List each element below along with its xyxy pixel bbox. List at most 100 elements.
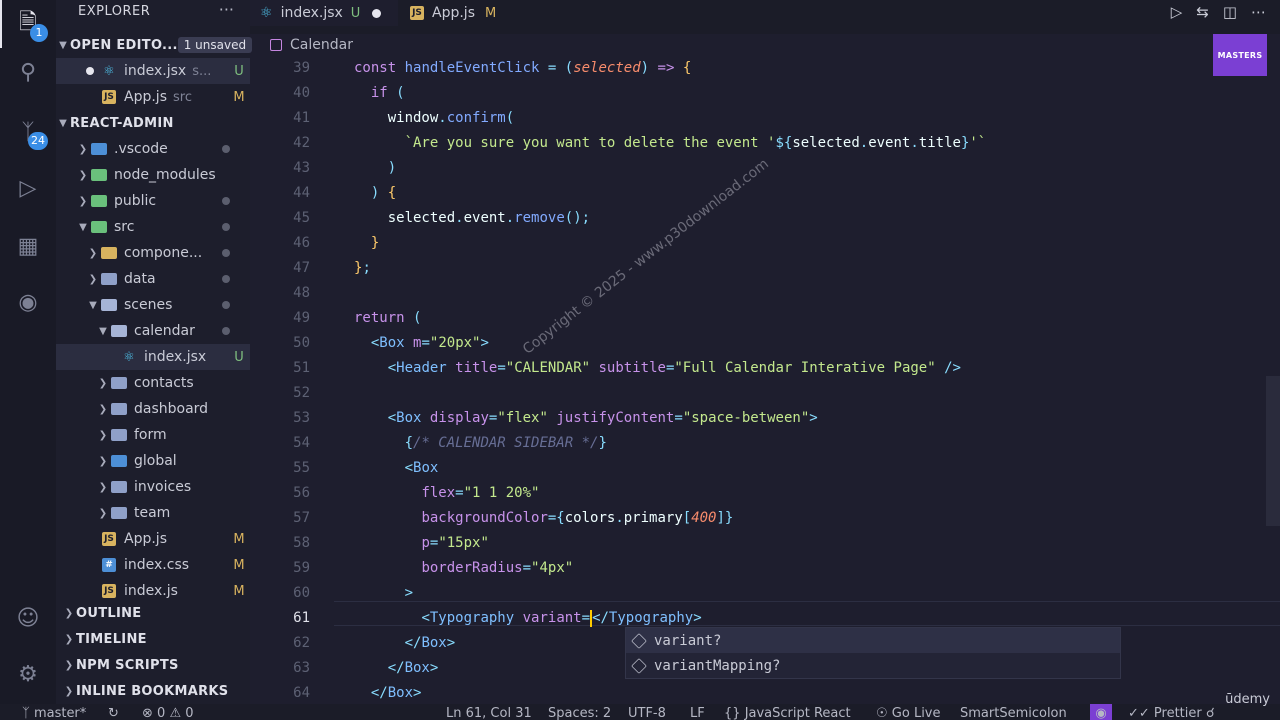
folder-icon <box>100 271 118 287</box>
code-line: <Box <box>404 460 439 476</box>
copilot-icon[interactable]: ◉ <box>1090 704 1112 720</box>
open-editor-item[interactable]: JS App.js src M <box>56 84 250 110</box>
project-section[interactable]: ▼ REACT-ADMIN <box>56 110 250 136</box>
explorer-icon[interactable]: 🗎 1 <box>12 8 48 42</box>
run-icon[interactable]: ▷ <box>1171 3 1183 21</box>
line-number: 59 <box>293 560 310 576</box>
unsaved-dot-icon[interactable] <box>372 8 382 18</box>
breadcrumb: Calendar <box>250 34 1210 56</box>
code-line: } <box>370 235 380 251</box>
account-icon[interactable]: ☺ <box>12 602 44 634</box>
line-number: 40 <box>293 85 310 101</box>
tree-item-data[interactable]: ❯ data <box>56 266 250 292</box>
breadcrumb-item[interactable]: Calendar <box>290 37 353 53</box>
git-branch[interactable]: ᛉ master* <box>22 704 86 720</box>
open-editors-section[interactable]: ▼ OPEN EDITO... 1 unsaved <box>56 32 253 58</box>
unsaved-badge: 1 unsaved <box>177 37 253 53</box>
folder-global-icon <box>110 453 128 469</box>
chevron-right-icon: ❯ <box>64 607 74 619</box>
search-icon[interactable]: ⚲ <box>12 56 44 88</box>
indentation[interactable]: Spaces: 2 <box>548 704 611 720</box>
tree-item-calendar[interactable]: ▼ calendar <box>56 318 250 344</box>
tree-item-index-jsx[interactable]: ⚛ index.jsx U <box>56 344 250 370</box>
folder-icon <box>110 375 128 391</box>
language-mode[interactable]: {} JavaScript React <box>724 704 851 720</box>
line-number: 39 <box>293 60 310 76</box>
tree-item-components[interactable]: ❯ compone... <box>56 240 250 266</box>
encoding[interactable]: UTF-8 <box>628 704 666 720</box>
tree-item-contacts[interactable]: ❯ contacts <box>56 370 250 396</box>
notifications-icon[interactable]: ☌ <box>1206 704 1215 720</box>
explorer-title: EXPLORER <box>78 4 151 19</box>
line-number: 54 <box>293 435 310 451</box>
line-ending[interactable]: LF <box>690 704 705 720</box>
tab-status: M <box>484 5 497 21</box>
npm-scripts-section[interactable]: ❯ NPM SCRIPTS <box>56 652 250 678</box>
suggestion-item[interactable]: variantMapping? <box>626 653 1120 678</box>
vertical-scrollbar[interactable] <box>1266 376 1280 526</box>
go-live-button[interactable]: ☉ Go Live <box>876 704 941 720</box>
tab-app-js[interactable]: JS App.js M <box>400 0 520 26</box>
tree-item-dashboard[interactable]: ❯ dashboard <box>56 396 250 422</box>
autocomplete-suggestions: variant? variantMapping? <box>625 627 1121 679</box>
more-actions-icon[interactable]: ··· <box>219 0 234 24</box>
settings-gear-icon[interactable]: ⚙ <box>12 658 44 690</box>
remote-explorer-icon[interactable]: ◉ <box>12 286 44 318</box>
chevron-right-icon: ❯ <box>78 143 88 155</box>
folder-icon <box>90 193 108 209</box>
js-file-icon: JS <box>100 531 118 547</box>
problems-indicator[interactable]: ⊗ 0 ⚠ 0 <box>142 704 194 720</box>
code-line: </Box> <box>387 660 439 676</box>
chevron-right-icon: ❯ <box>64 659 74 671</box>
chevron-right-icon: ❯ <box>98 377 108 389</box>
tree-item-team[interactable]: ❯ team <box>56 500 250 526</box>
open-editor-dir: s... <box>192 63 212 79</box>
folder-icon <box>110 479 128 495</box>
line-number: 60 <box>293 585 310 601</box>
editor-tabs: ⚛ index.jsx U JS App.js M ▷ ⇆ ◫ ⋯ <box>250 0 1280 34</box>
tree-item-app-js[interactable]: JS App.js M <box>56 526 250 552</box>
line-number: 51 <box>293 360 310 376</box>
code-line: `Are you sure you want to delete the eve… <box>404 135 987 151</box>
tree-item-src[interactable]: ▼ src <box>56 214 250 240</box>
extensions-icon[interactable]: ▦ <box>12 230 44 262</box>
tree-item-label: src <box>114 219 135 235</box>
compare-changes-icon[interactable]: ⇆ <box>1196 3 1209 21</box>
prettier-label: Prettier <box>1153 706 1202 720</box>
sync-icon[interactable]: ↻ <box>108 704 119 720</box>
code-line: if ( <box>370 85 405 101</box>
cursor-position[interactable]: Ln 61, Col 31 <box>446 704 532 720</box>
smart-semicolon[interactable]: SmartSemicolon <box>960 704 1067 720</box>
code-line: p="15px" <box>421 535 489 551</box>
tree-item-public[interactable]: ❯ public <box>56 188 250 214</box>
tree-item-invoices[interactable]: ❯ invoices <box>56 474 250 500</box>
tree-item-vscode[interactable]: ❯ .vscode <box>56 136 250 162</box>
timeline-section[interactable]: ❯ TIMELINE <box>56 626 250 652</box>
suggestion-item[interactable]: variant? <box>626 628 1120 653</box>
tree-item-label: index.css <box>124 557 190 573</box>
code-editor[interactable]: 39 40 41 42 43 44 45 46 47 48 49 50 51 52 53 54 55 56 57 58… <box>250 56 1280 704</box>
tree-item-index-css[interactable]: # index.css M <box>56 552 250 578</box>
split-editor-icon[interactable]: ◫ <box>1223 3 1237 21</box>
prettier-status[interactable]: ✓✓ Prettier <box>1128 704 1202 720</box>
open-editor-name: App.js <box>124 89 167 105</box>
open-editor-item[interactable]: ⚛ index.jsx s... U <box>56 58 250 84</box>
code-line: ) { <box>370 185 397 201</box>
source-control-icon[interactable]: ᛉ 24 <box>12 116 48 150</box>
tree-item-global[interactable]: ❯ global <box>56 448 250 474</box>
chevron-down-icon: ▼ <box>99 325 107 337</box>
inline-bookmarks-section[interactable]: ❯ INLINE BOOKMARKS <box>56 678 250 704</box>
tree-item-form[interactable]: ❯ form <box>56 422 250 448</box>
run-debug-icon[interactable]: ▷ <box>12 172 44 204</box>
explorer-badge: 1 <box>30 24 48 42</box>
folder-open-icon <box>90 219 108 235</box>
tree-item-node-modules[interactable]: ❯ node_modules <box>56 162 250 188</box>
line-number: 49 <box>293 310 310 326</box>
warning-count: 0 <box>185 706 194 720</box>
tree-item-scenes[interactable]: ▼ scenes <box>56 292 250 318</box>
tree-item-label: global <box>134 453 177 469</box>
line-number: 48 <box>293 285 310 301</box>
more-actions-icon[interactable]: ⋯ <box>1251 3 1266 21</box>
outline-section[interactable]: ❯ OUTLINE <box>56 600 250 626</box>
tab-index-jsx[interactable]: ⚛ index.jsx U <box>250 0 398 26</box>
